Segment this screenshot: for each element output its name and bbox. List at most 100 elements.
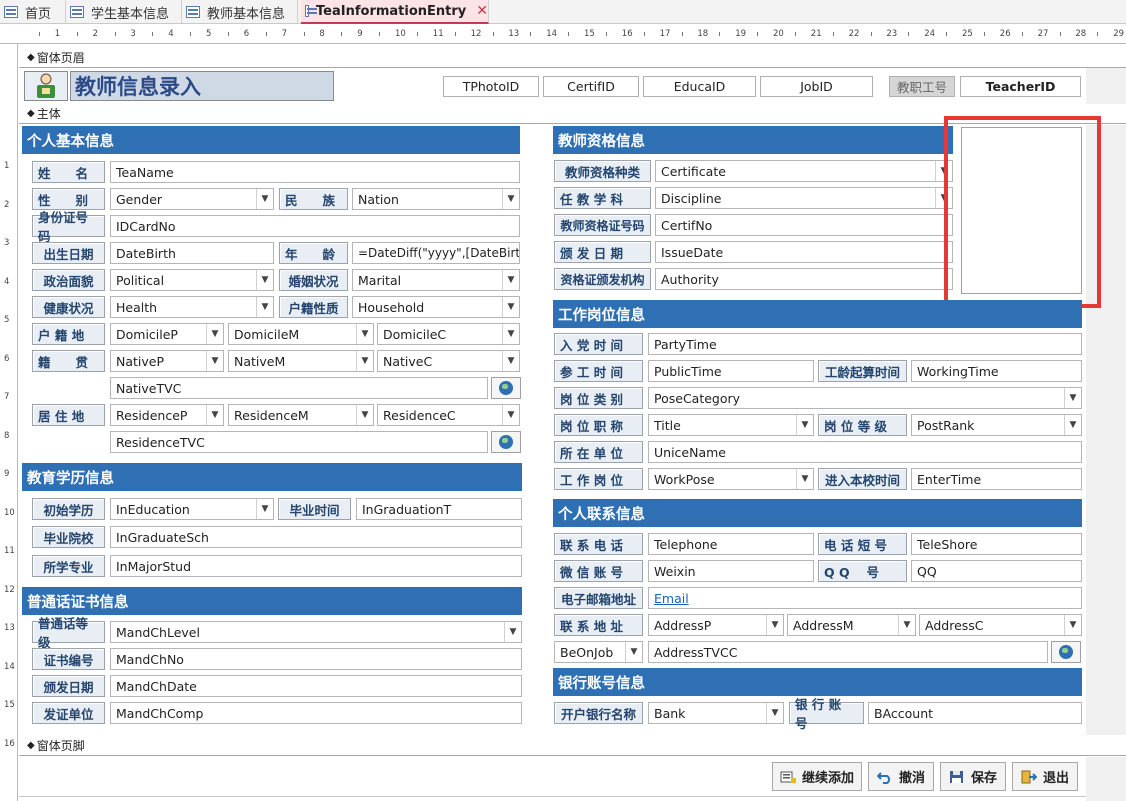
residence-p-combo[interactable]: ResidenceP ▼ [110,404,224,426]
email-field[interactable]: Email [648,587,1082,609]
dropdown-arrow-icon[interactable]: ▼ [206,324,223,344]
dropdown-arrow-icon[interactable]: ▼ [502,324,519,344]
dropdown-arrow-icon[interactable]: ▼ [502,297,519,317]
certif-id-field[interactable]: CertifID [543,76,639,97]
tab-tea-information-entry[interactable]: TeaInformationEntry ✕ [301,0,489,24]
dropdown-arrow-icon[interactable]: ▼ [256,499,273,519]
nation-combo[interactable]: Nation ▼ [352,188,520,210]
issue-date-field[interactable]: IssueDate [655,241,953,263]
job-id-field[interactable]: JobID [760,76,873,97]
dropdown-arrow-icon[interactable]: ▼ [256,189,273,209]
mandarin-comp-field[interactable]: MandChComp [110,702,522,724]
dropdown-arrow-icon[interactable]: ▼ [766,703,783,723]
bank-combo[interactable]: Bank ▼ [648,702,784,724]
party-time-field[interactable]: PartyTime [648,333,1082,355]
teacher-id-field[interactable]: TeacherID [960,76,1081,97]
dropdown-arrow-icon[interactable]: ▼ [256,297,273,317]
work-pose-combo[interactable]: WorkPose ▼ [648,468,814,490]
household-combo[interactable]: Household ▼ [352,296,520,318]
certificate-combo[interactable]: Certificate ▼ [655,160,953,182]
dropdown-arrow-icon[interactable]: ▼ [796,415,813,435]
major-field[interactable]: InMajorStud [110,555,522,577]
marital-combo[interactable]: Marital ▼ [352,269,520,291]
dropdown-arrow-icon[interactable]: ▼ [356,351,373,371]
weixin-field[interactable]: Weixin [648,560,814,582]
telephone-field[interactable]: Telephone [648,533,814,555]
section-bar-footer[interactable]: ◆ 窗体页脚 [19,736,1126,756]
be-on-job-combo[interactable]: BeOnJob ▼ [554,641,643,663]
health-combo[interactable]: Health ▼ [110,296,274,318]
dropdown-arrow-icon[interactable]: ▼ [1064,415,1081,435]
address-tvcc-field[interactable]: AddressTVCC [648,641,1048,663]
dropdown-arrow-icon[interactable]: ▼ [796,469,813,489]
pose-category-combo[interactable]: PoseCategory ▼ [648,387,1082,409]
address-p-combo[interactable]: AddressP ▼ [648,614,784,636]
dropdown-arrow-icon[interactable]: ▼ [625,642,642,662]
domicile-m-combo[interactable]: DomicileM ▼ [228,323,374,345]
address-c-combo[interactable]: AddressC ▼ [919,614,1082,636]
certif-no-field[interactable]: CertifNo [655,214,953,236]
dropdown-arrow-icon[interactable]: ▼ [766,615,783,635]
tele-shore-field[interactable]: TeleShore [911,533,1082,555]
tab-teacher-info[interactable]: 教师基本信息 [182,0,298,24]
political-combo[interactable]: Political ▼ [110,269,274,291]
authority-field[interactable]: Authority [655,268,953,290]
tphoto-id-field[interactable]: TPhotoID [443,76,539,97]
dropdown-arrow-icon[interactable]: ▼ [206,405,223,425]
close-icon[interactable]: ✕ [476,3,488,19]
mandarin-level-combo[interactable]: MandChLevel ▼ [110,621,522,643]
address-map-button[interactable] [1051,641,1081,663]
qq-field[interactable]: QQ [911,560,1082,582]
residence-m-combo[interactable]: ResidenceM ▼ [228,404,374,426]
date-birth-field[interactable]: DateBirth [110,242,274,264]
residence-tvc-field[interactable]: ResidenceTVC [110,431,488,453]
public-time-field[interactable]: PublicTime [648,360,814,382]
idcard-field[interactable]: IDCardNo [110,215,520,237]
dropdown-arrow-icon[interactable]: ▼ [256,270,273,290]
undo-button[interactable]: 撤消 [868,762,934,791]
residence-c-combo[interactable]: ResidenceC ▼ [377,404,520,426]
domicile-c-combo[interactable]: DomicileC ▼ [377,323,520,345]
in-education-combo[interactable]: InEducation ▼ [110,498,274,520]
gender-combo[interactable]: Gender ▼ [110,188,274,210]
native-c-combo[interactable]: NativeC ▼ [377,350,520,372]
dropdown-arrow-icon[interactable]: ▼ [1064,388,1081,408]
continue-add-button[interactable]: 继续添加 [772,762,862,791]
dropdown-arrow-icon[interactable]: ▼ [504,622,521,642]
graduation-time-field[interactable]: InGraduationT [356,498,522,520]
dropdown-arrow-icon[interactable]: ▼ [206,351,223,371]
working-time-field[interactable]: WorkingTime [911,360,1082,382]
discipline-combo[interactable]: Discipline ▼ [655,187,953,209]
section-bar-header[interactable]: ◆ 窗体页眉 [19,48,1126,68]
dropdown-arrow-icon[interactable]: ▼ [1064,615,1081,635]
educa-id-field[interactable]: EducaID [643,76,756,97]
enter-time-field[interactable]: EnterTime [911,468,1082,490]
tea-name-field[interactable]: TeaName [110,161,520,183]
dropdown-arrow-icon[interactable]: ▼ [502,405,519,425]
mandarin-date-field[interactable]: MandChDate [110,675,522,697]
post-rank-combo[interactable]: PostRank ▼ [911,414,1082,436]
native-tvc-field[interactable]: NativeTVC [110,377,488,399]
dropdown-arrow-icon[interactable]: ▼ [502,189,519,209]
mandarin-no-field[interactable]: MandChNo [110,648,522,670]
native-m-combo[interactable]: NativeM ▼ [228,350,374,372]
residence-map-button[interactable] [491,431,521,453]
email-link[interactable]: Email [654,591,689,606]
dropdown-arrow-icon[interactable]: ▼ [356,324,373,344]
native-p-combo[interactable]: NativeP ▼ [110,350,224,372]
native-map-button[interactable] [491,377,521,399]
dropdown-arrow-icon[interactable]: ▼ [502,270,519,290]
dropdown-arrow-icon[interactable]: ▼ [898,615,915,635]
save-button[interactable]: 保存 [940,762,1006,791]
domicile-p-combo[interactable]: DomicileP ▼ [110,323,224,345]
unice-name-field[interactable]: UniceName [648,441,1082,463]
exit-button[interactable]: 退出 [1012,762,1078,791]
tab-student-info[interactable]: 学生基本信息 [66,0,182,24]
age-field[interactable]: =DateDiff("yyyy",[DateBirth] [352,242,520,264]
address-m-combo[interactable]: AddressM ▼ [787,614,916,636]
dropdown-arrow-icon[interactable]: ▼ [502,351,519,371]
tab-home[interactable]: 首页 [0,0,66,24]
graduate-school-field[interactable]: InGraduateSch [110,526,522,548]
title-combo[interactable]: Title ▼ [648,414,814,436]
dropdown-arrow-icon[interactable]: ▼ [356,405,373,425]
